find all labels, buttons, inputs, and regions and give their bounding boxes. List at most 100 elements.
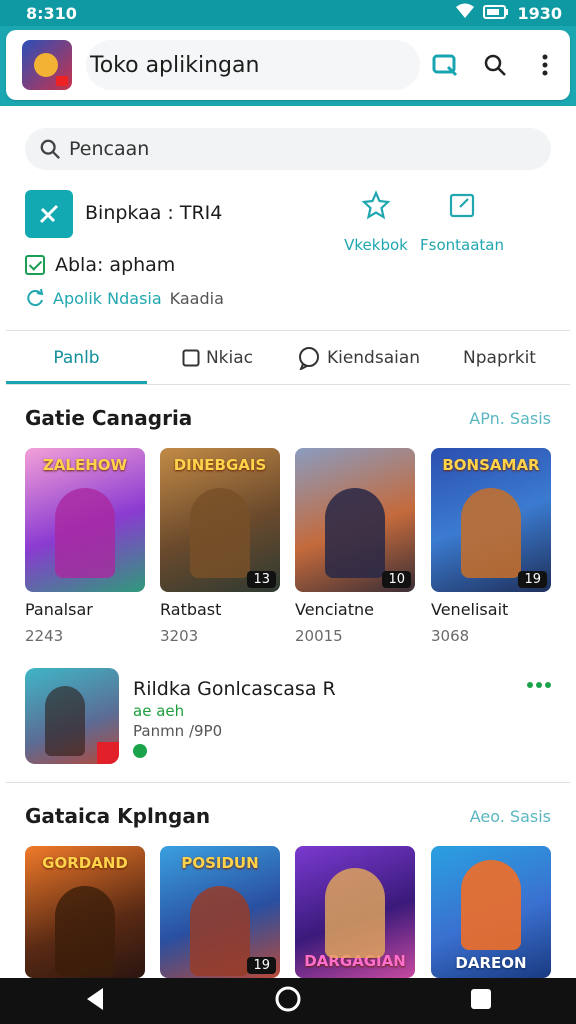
chat-icon: [297, 346, 321, 370]
character-art: [55, 488, 115, 578]
see-all-link[interactable]: Aeo. Sasis: [470, 807, 551, 826]
app-card[interactable]: POSIDUN 19: [160, 846, 282, 978]
card-art-caption: ZALEHOW: [42, 456, 128, 474]
app-card[interactable]: DINEBGAIS 13 Ratbast 3203: [160, 448, 282, 645]
app-card[interactable]: 10 Venciatne 20015: [295, 448, 417, 645]
featured-subtitle: ae aeh: [133, 702, 185, 720]
card-art: 10: [295, 448, 415, 592]
featured-title: Rildka Gonlcascasa R: [133, 678, 336, 700]
app-card[interactable]: DAREON: [431, 846, 553, 978]
character-art: [325, 868, 385, 958]
top-app-bar: Toko aplikingan: [6, 30, 570, 100]
wifi-icon: [455, 3, 475, 23]
more-horiz-icon[interactable]: [527, 682, 551, 688]
tab-npaprkit[interactable]: Npaprkit: [429, 332, 570, 384]
card-art-caption: BONSAMAR: [442, 456, 540, 474]
card-badge: 19: [518, 571, 547, 588]
search-placeholder: Pencaan: [69, 138, 150, 160]
character-art: [461, 860, 521, 950]
section-title: Gatie Canagria: [25, 406, 193, 430]
app-info-developer[interactable]: Apolik Ndasia Kaadia: [25, 288, 224, 308]
app-card[interactable]: DARGAGIAN: [295, 846, 417, 978]
battery-icon: [483, 4, 509, 23]
card-name: Venelisait: [431, 600, 509, 619]
card-art: GORDAND: [25, 846, 145, 978]
card-count: 3203: [160, 627, 199, 645]
app-card[interactable]: GORDAND: [25, 846, 147, 978]
refresh-icon: [27, 288, 44, 307]
character-art: [190, 886, 250, 976]
character-art: [45, 686, 85, 756]
tab-bar: Panlb Nkiac Kiendsaian Npaprkit: [6, 332, 570, 384]
section-header: Gatie Canagria APn. Sasis: [25, 406, 551, 430]
character-art: [325, 488, 385, 578]
card-art: DAREON: [431, 846, 551, 978]
character-art: [190, 488, 250, 578]
featured-app[interactable]: Rildka Gonlcascasa R ae aeh Panmn /9P0: [25, 668, 551, 768]
card-art: POSIDUN 19: [160, 846, 280, 978]
character-art: [461, 488, 521, 578]
developer-extra: Kaadia: [169, 288, 224, 308]
divider: [6, 330, 570, 331]
tab-kiendsaian[interactable]: Kiendsaian: [288, 332, 429, 384]
checkbox-icon: [25, 255, 45, 275]
card-name: Panalsar: [25, 600, 93, 619]
card-badge: 19: [247, 957, 276, 974]
verified-icon: [133, 744, 147, 758]
card-art-caption: DAREON: [455, 954, 527, 972]
app-info: Binpkaa : TRI4 Abla: apham Apolik Ndasia…: [25, 190, 565, 320]
featured-meta: Panmn /9P0: [133, 722, 223, 740]
divider: [6, 384, 570, 385]
card-count: 2243: [25, 627, 64, 645]
featured-thumbnail: [25, 668, 119, 764]
see-all-link[interactable]: APn. Sasis: [469, 409, 551, 428]
back-icon[interactable]: [83, 986, 107, 1016]
card-count: 3068: [431, 627, 470, 645]
card-art: DINEBGAIS 13: [160, 448, 280, 592]
card-badge: 13: [247, 571, 276, 588]
search-icon[interactable]: [480, 50, 510, 80]
card-art-caption: POSIDUN: [181, 854, 259, 872]
card-name: Venciatne: [295, 600, 374, 619]
tab-label: Npaprkit: [463, 348, 536, 368]
more-vert-icon[interactable]: [530, 50, 560, 80]
status-bar: 8:310 1930: [0, 0, 576, 26]
tab-panlb[interactable]: Panlb: [6, 332, 147, 384]
recents-icon[interactable]: [469, 987, 493, 1015]
app-info-name: Binpkaa : TRI4: [85, 202, 223, 224]
app-card[interactable]: BONSAMAR 19 Venelisait 3068: [431, 448, 553, 645]
tab-label: Panlb: [53, 348, 100, 368]
app-card[interactable]: ZALEHOW Panalsar 2243: [25, 448, 147, 645]
top-actions: [430, 50, 560, 80]
app-logo[interactable]: [22, 40, 72, 90]
search-field-icon: [40, 139, 60, 159]
search-input[interactable]: Pencaan: [25, 128, 551, 170]
divider: [6, 782, 570, 783]
share-action-label: Fsontaatan: [420, 236, 504, 254]
card-art-caption: GORDAND: [42, 854, 128, 872]
character-art: [55, 886, 115, 976]
tab-label: Kiendsaian: [326, 348, 421, 368]
section-title: Gataica Kplngan: [25, 804, 211, 828]
wishlist-action-label: Vkekbok: [344, 236, 408, 254]
home-icon[interactable]: [274, 985, 302, 1017]
card-count: 20015: [295, 627, 343, 645]
section-header: Gataica Kplngan Aeo. Sasis: [25, 804, 551, 828]
card-art: ZALEHOW: [25, 448, 145, 592]
app-info-status-label: Abla: apham: [55, 254, 176, 276]
card-art: BONSAMAR 19: [431, 448, 551, 592]
card-name: Ratbast: [160, 600, 222, 619]
system-nav-bar: [0, 978, 576, 1024]
card-badge: 10: [382, 571, 411, 588]
app-info-icon: [25, 190, 73, 238]
share-action[interactable]: Fsontaatan: [407, 190, 517, 254]
status-clock-right: 1930: [517, 3, 562, 23]
app-title: Toko aplikingan: [86, 40, 420, 90]
thumbnail-corner-badge: [97, 742, 119, 764]
tab-nkiac[interactable]: Nkiac: [147, 332, 288, 384]
filter-icon[interactable]: [430, 50, 460, 80]
tab-label: Nkiac: [205, 348, 254, 368]
app-info-status: Abla: apham: [25, 254, 175, 276]
card-art-caption: DINEBGAIS: [173, 456, 267, 474]
developer-name: Apolik Ndasia: [53, 288, 162, 308]
